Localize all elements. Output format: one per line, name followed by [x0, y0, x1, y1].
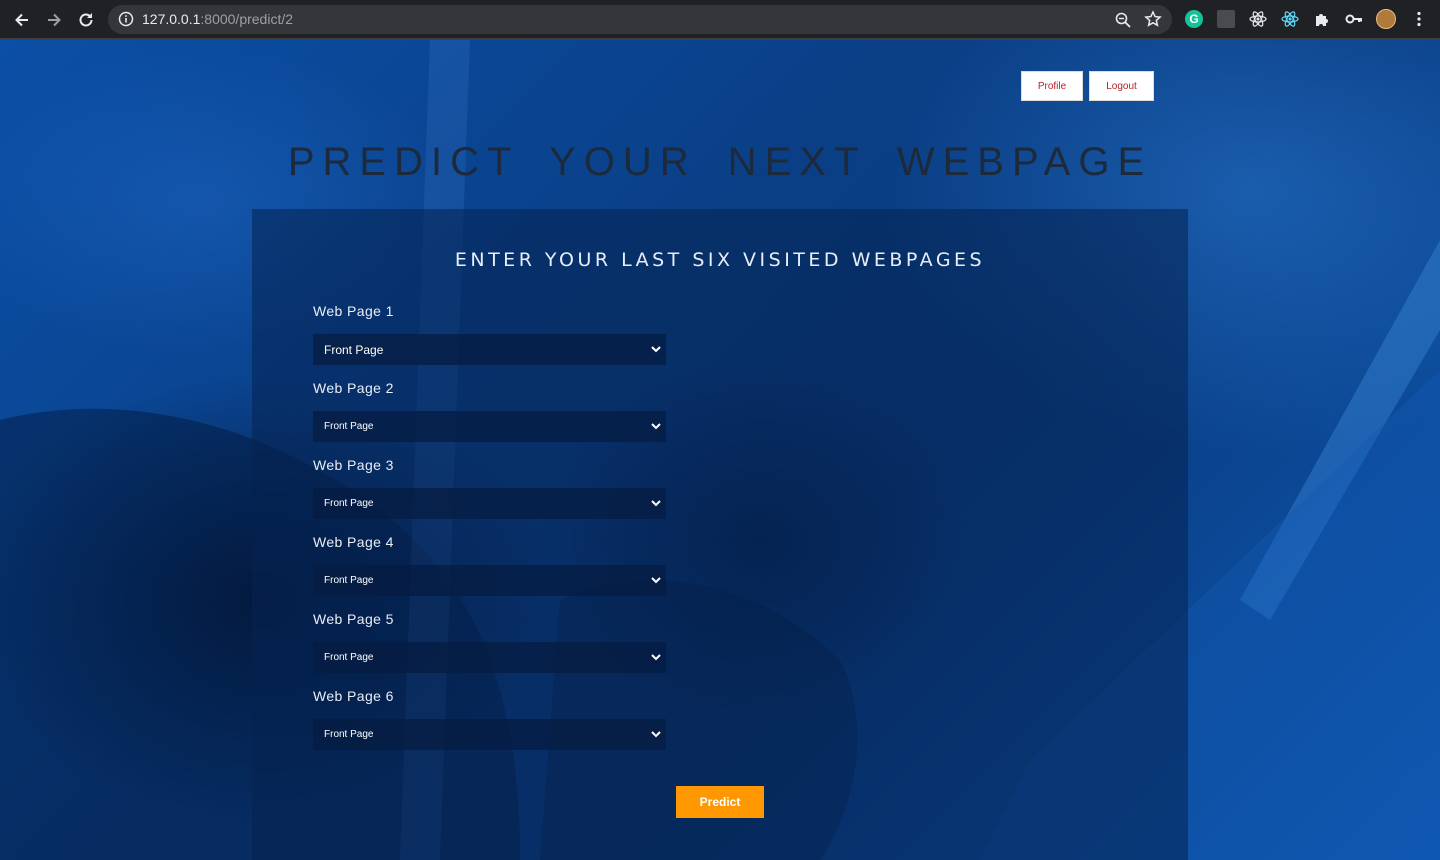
web-page-6-select[interactable]: Front Page [313, 719, 666, 750]
zoom-icon[interactable] [1114, 11, 1132, 29]
react-devtools-active-icon[interactable] [1281, 10, 1299, 28]
forward-arrow-icon[interactable] [42, 8, 66, 32]
chevron-down-icon [651, 500, 661, 507]
web-page-4-value: Front Page [324, 575, 374, 586]
url-text: 127.0.0.1:8000/predict/2 [142, 11, 293, 27]
web-page-1-select[interactable]: Front Page [313, 334, 666, 365]
web-page-2-label: Web Page 2 [313, 380, 394, 396]
logout-button[interactable]: Logout [1089, 71, 1154, 101]
reload-icon[interactable] [74, 8, 98, 32]
web-page-5-select[interactable]: Front Page [313, 642, 666, 673]
password-key-icon[interactable] [1345, 10, 1363, 28]
web-page-2-select[interactable]: Front Page [313, 411, 666, 442]
address-bar[interactable]: 127.0.0.1:8000/predict/2 [108, 5, 1172, 34]
web-page-4-label: Web Page 4 [313, 534, 394, 550]
web-page-6-label: Web Page 6 [313, 688, 394, 704]
web-page-3-value: Front Page [324, 498, 374, 509]
form-title: ENTER YOUR LAST SIX VISITED WEBPAGES [454, 249, 986, 271]
url-host: 127.0.0.1 [142, 11, 201, 27]
site-info-icon[interactable] [118, 11, 134, 27]
web-page-5-label: Web Page 5 [313, 611, 394, 627]
prediction-form-panel: ENTER YOUR LAST SIX VISITED WEBPAGES Web… [252, 209, 1188, 860]
react-devtools-icon[interactable] [1249, 10, 1267, 28]
kebab-menu-icon[interactable] [1410, 10, 1428, 28]
web-page-1-label: Web Page 1 [313, 303, 394, 319]
extensions-puzzle-icon[interactable] [1313, 10, 1331, 28]
chevron-down-icon [651, 346, 661, 353]
browser-toolbar: 127.0.0.1:8000/predict/2 G [0, 0, 1440, 39]
chevron-down-icon [651, 423, 661, 430]
back-arrow-icon[interactable] [10, 8, 34, 32]
chevron-down-icon [651, 731, 661, 738]
predict-button[interactable]: Predict [676, 786, 764, 818]
web-page-5-value: Front Page [324, 652, 374, 663]
grammarly-extension-icon[interactable]: G [1185, 10, 1203, 28]
profile-button[interactable]: Profile [1021, 71, 1083, 101]
url-path: :8000/predict/2 [200, 11, 294, 27]
extension-icon[interactable] [1217, 10, 1235, 28]
chevron-down-icon [651, 654, 661, 661]
profile-avatar[interactable] [1376, 9, 1396, 29]
page-title: PREDICT YOUR NEXT WEBPAGE [287, 140, 1153, 184]
web-page-4-select[interactable]: Front Page [313, 565, 666, 596]
web-page-6-value: Front Page [324, 729, 374, 740]
bookmark-star-icon[interactable] [1144, 10, 1162, 28]
web-page-3-label: Web Page 3 [313, 457, 394, 473]
web-page-1-value: Front Page [324, 342, 384, 357]
web-page-2-value: Front Page [324, 421, 374, 432]
web-page-3-select[interactable]: Front Page [313, 488, 666, 519]
chevron-down-icon [651, 577, 661, 584]
page-background: Profile Logout PREDICT YOUR NEXT WEBPAGE… [0, 40, 1440, 860]
